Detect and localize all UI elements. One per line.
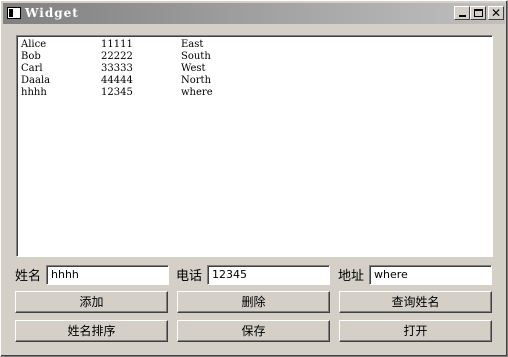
phone-label: 电话 xyxy=(176,269,203,284)
list-item[interactable]: Daala 44444 North xyxy=(21,75,488,87)
app-icon xyxy=(7,7,21,19)
address-field[interactable]: where xyxy=(369,265,492,285)
list-item-address: where xyxy=(181,87,213,98)
name-field[interactable]: hhhh xyxy=(46,265,169,285)
maximize-button[interactable] xyxy=(470,6,486,20)
open-button[interactable]: 打开 xyxy=(339,320,492,342)
sort-name-button[interactable]: 姓名排序 xyxy=(15,320,168,342)
window-title: Widget xyxy=(25,6,79,20)
list-item-address: West xyxy=(181,63,206,74)
list-item-phone: 33333 xyxy=(101,63,133,74)
minimize-button[interactable] xyxy=(454,6,470,20)
list-item[interactable]: Bob 22222 South xyxy=(21,51,488,63)
maximize-icon xyxy=(473,9,483,17)
add-button[interactable]: 添加 xyxy=(15,291,168,313)
close-button[interactable]: ✕ xyxy=(488,6,504,20)
list-item-phone: 22222 xyxy=(101,51,133,62)
list-item-address: North xyxy=(181,75,212,86)
list-item-phone: 11111 xyxy=(101,39,133,50)
main-window: Widget ✕ Alice 11111 East Bob 22222 Sout… xyxy=(0,0,508,357)
list-item[interactable]: hhhh 12345 where xyxy=(21,87,488,99)
list-item-name: hhhh xyxy=(21,87,47,98)
list-item-name: Daala xyxy=(21,75,51,86)
list-item[interactable]: Carl 33333 West xyxy=(21,63,488,75)
close-icon: ✕ xyxy=(490,6,502,20)
list-item-address: South xyxy=(181,51,211,62)
search-name-button[interactable]: 查询姓名 xyxy=(339,291,492,313)
list-item[interactable]: Alice 11111 East xyxy=(21,39,488,51)
list-item-address: East xyxy=(181,39,204,50)
name-label: 姓名 xyxy=(15,269,42,284)
delete-button[interactable]: 删除 xyxy=(177,291,330,313)
list-item-name: Carl xyxy=(21,63,43,74)
contact-list[interactable]: Alice 11111 East Bob 22222 South Carl 33… xyxy=(16,35,493,257)
list-item-name: Bob xyxy=(21,51,41,62)
list-item-name: Alice xyxy=(21,39,47,50)
list-item-phone: 12345 xyxy=(101,87,133,98)
save-button[interactable]: 保存 xyxy=(177,320,330,342)
address-label: 地址 xyxy=(338,269,365,284)
minimize-icon xyxy=(458,15,466,17)
phone-field[interactable]: 12345 xyxy=(207,265,330,285)
list-item-phone: 44444 xyxy=(101,75,133,86)
title-bar[interactable]: Widget ✕ xyxy=(3,3,505,24)
